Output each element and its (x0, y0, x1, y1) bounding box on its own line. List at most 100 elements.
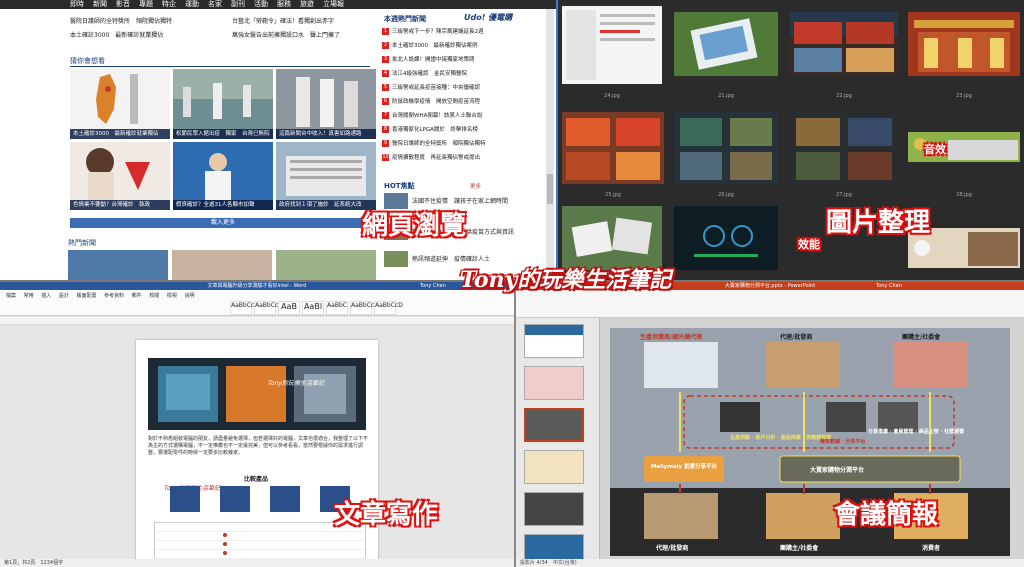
screenshot-collage: 即時 新聞 影音 專題 特企 運動 名家 副刊 活動 服務 旅遊 立場報 醫院日護師的全特獎所 頻院獨… (0, 0, 1024, 567)
tab-design[interactable]: 設計 (59, 293, 69, 299)
gallery-thumb[interactable] (562, 6, 662, 84)
word-user-name: Tony Chen (420, 283, 446, 289)
label-group-bottom: 團購主/社委會 (780, 545, 819, 552)
pc-build-photo: Tony的玩樂生活筆記 (148, 358, 366, 430)
style-gallery-item[interactable]: AaBl (302, 301, 324, 315)
gallery-label: 22.jpg (836, 93, 852, 99)
tab-help[interactable]: 說明 (184, 293, 194, 299)
ppt-status-bar: 投影片 4/34 中文(台灣) (516, 559, 1024, 567)
label-agent-bottom: 代理/批發商 (656, 545, 689, 552)
news-thumb[interactable]: 色情業不要動？台灣確診 執政 (70, 142, 170, 210)
document-body-text[interactable]: 對於不熟悉組裝電腦的朋友，請盡量避免選擇，但若選擇好的電腦，文章也很適合，我整理… (148, 436, 368, 457)
list-item[interactable]: 10 疫情擴散程度 再延長獨佔警戒提出 (382, 150, 532, 164)
nav-item[interactable]: 運動 (185, 0, 199, 8)
style-gallery-item[interactable]: AaBbCc (350, 301, 374, 315)
nav-item[interactable]: 名家 (208, 0, 222, 8)
document-page[interactable]: Tony的玩樂生活筆記 對於不熟悉組裝電腦的朋友，請盡量避免選擇，但若選擇好的電… (136, 340, 378, 567)
slide-thumbnail[interactable] (524, 324, 584, 358)
nav-item[interactable]: 新聞 (93, 0, 107, 8)
blog-banner: Tony的玩樂生活筆記 (460, 267, 672, 293)
tab-mailings[interactable]: 郵件 (132, 293, 142, 299)
style-gallery-item[interactable]: AaBbCcD (254, 301, 283, 315)
nav-item[interactable]: 副刊 (231, 0, 245, 8)
headline-link[interactable]: 本土確診3000 最新確診就業獨佔 (70, 30, 163, 39)
gallery-thumb[interactable] (908, 12, 1020, 76)
settings-dialog-image (562, 6, 662, 84)
section-hot-title: HOT焦點 (384, 182, 415, 190)
label-group-top: 團購主/社委會 (902, 334, 941, 341)
brand-logo[interactable]: Udo! 優電購 (464, 12, 512, 23)
headline-link[interactable]: 醫院日護師的全特獎所 頻院獨佔獨特 (70, 16, 172, 25)
nav-item[interactable]: 影音 (116, 0, 130, 8)
label-supplier: 生產供應商/國外總代理 (640, 334, 703, 341)
tab-insert[interactable]: 插入 (41, 293, 51, 299)
thumb-caption: 本土確診3000 最新確診就業獨佔 (70, 129, 170, 139)
style-gallery-item[interactable]: AaBbCcD (374, 301, 403, 315)
scrollbar-thumb[interactable] (547, 174, 553, 204)
list-item[interactable]: 5 三級警戒延長疫苗接種：中央優確認 (382, 80, 532, 94)
news-thumb[interactable] (276, 250, 376, 280)
list-item[interactable]: 7 台灣關閉WHA閉幕！該黨人士聯合說 (382, 108, 532, 122)
scrollbar[interactable] (546, 9, 554, 280)
gallery-thumb[interactable] (562, 112, 664, 184)
style-gallery-item[interactable]: AaBbC (326, 301, 348, 315)
popular-news-list: 1 三級警戒下一步？陳宗蕎建議延長2週 2 本土確診3000 最新確診獨佔案例 3批… (382, 24, 532, 164)
hot-item[interactable]: 法國不住疫情 讓孩子在家上網時間 (412, 196, 532, 205)
slide-thumbnail[interactable] (524, 450, 584, 484)
list-item[interactable]: 8 香港獨家化LPGA關於 終擊排名榜 (382, 122, 532, 136)
nav-item[interactable]: 專題 (139, 0, 153, 8)
tab-home[interactable]: 常用 (24, 293, 34, 299)
news-thumb[interactable]: 假資確診？全遊31人各縣市加聲 (173, 142, 273, 210)
gallery-thumb[interactable] (674, 206, 778, 270)
section-recent-title: 熱門新聞 (68, 239, 96, 247)
nav-item[interactable]: 立場報 (323, 0, 344, 8)
vertical-divider (556, 0, 558, 280)
slide-thumbnail[interactable] (524, 492, 584, 526)
gallery-thumb[interactable] (674, 12, 778, 76)
list-item[interactable]: 2 本土確診3000 最新確診獨佔案例 (382, 38, 532, 52)
style-gallery-item[interactable]: AaB (278, 301, 300, 315)
news-thumb[interactable]: 本土確診3000 最新確診就業獨佔 (70, 69, 170, 139)
gallery-thumb[interactable] (790, 112, 898, 184)
news-thumb[interactable]: 這篇新聞台中收入！真害如路通路 (276, 69, 376, 139)
gallery-label: 25.jpg (605, 192, 621, 198)
list-item[interactable]: 6 防鼠政機學疫情 開放空間疫苗流程 (382, 94, 532, 108)
quadrant-title-meeting: 會議簡報 (834, 500, 939, 530)
news-thumb[interactable]: 政府找到１項了施診 延系統大改 (276, 142, 376, 210)
tab-view[interactable]: 檢視 (167, 293, 177, 299)
headline-link[interactable]: 台藝北「勞鞄令」確法！看獨創出赤字 (232, 16, 334, 25)
tab-references[interactable]: 參考資料 (104, 293, 124, 299)
building-photo-image (286, 156, 366, 196)
load-more-button[interactable]: 載入更多 (70, 218, 376, 228)
hot-thumb[interactable] (384, 251, 408, 267)
nav-item[interactable]: 活動 (254, 0, 268, 8)
overlay-label-sound: 音效 (924, 143, 946, 156)
slide-thumbnail[interactable] (524, 366, 584, 400)
nav-item[interactable]: 服務 (277, 0, 291, 8)
gallery-thumb[interactable] (790, 12, 898, 76)
list-item[interactable]: 4 法江4級強確認 金民安獨醫院 (382, 66, 532, 80)
gallery-thumb[interactable] (674, 112, 778, 184)
headline-link[interactable]: 萬強女醫告出前擁獨設口水 聲上門擁了 (232, 30, 340, 39)
slide-thumbnail-selected[interactable] (524, 408, 584, 442)
news-thumb[interactable]: 松節民眾入館出疫 獨家 台灣已無院 (173, 69, 273, 139)
tab-review[interactable]: 校閱 (149, 293, 159, 299)
gallery-label: 27.jpg (836, 192, 852, 198)
tab-file[interactable]: 檔案 (6, 293, 16, 299)
list-item[interactable]: 1 三級警戒下一步？陳宗蕎建議延長2週 (382, 24, 532, 38)
gallery-label: 21.jpg (718, 93, 734, 99)
nav-item[interactable]: 即時 (70, 0, 84, 8)
current-slide[interactable]: 生產供應商/國外總代理 代理/批發商 團購主/社委會 生產規劃 · 客戶分析 ·… (610, 328, 1010, 556)
news-thumb[interactable] (68, 250, 168, 280)
gallery-thumb[interactable] (562, 206, 662, 270)
slide-thumbnail-pane (516, 318, 600, 567)
nav-item[interactable]: 旅遊 (300, 0, 314, 8)
nav-item[interactable]: 特企 (162, 0, 176, 8)
more-link[interactable]: 更多 (470, 182, 481, 190)
news-thumb[interactable] (172, 250, 272, 280)
tab-layout[interactable]: 版面配置 (76, 293, 96, 299)
list-item[interactable]: 3 批北人設課！開證中接獨家地策問 (382, 52, 532, 66)
style-gallery-item[interactable]: AaBbCcD (230, 301, 259, 315)
overlay-label-performance: 效能 (798, 238, 820, 251)
list-item[interactable]: 9 醫院日護師的全特獎所 頻院獨佔獨特 (382, 136, 532, 150)
